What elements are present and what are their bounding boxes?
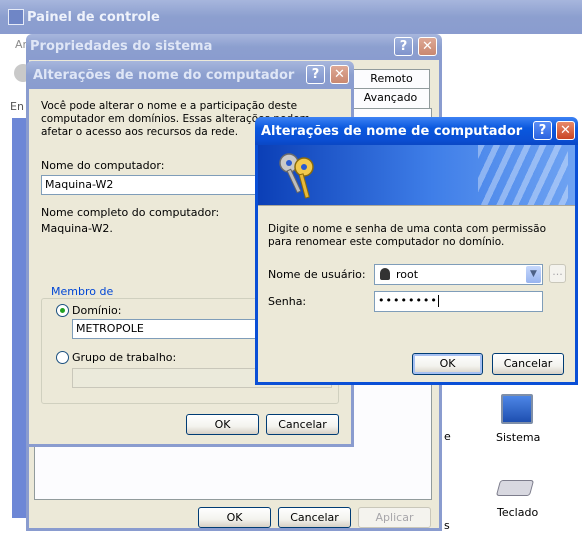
credentials-banner [258,145,575,205]
user-icon [380,268,390,280]
teclado-label: Teclado [497,506,539,519]
close-icon[interactable]: ✕ [556,121,575,140]
rename-cancel-button[interactable]: Cancelar [266,414,339,435]
full-name-label: Nome completo do computador: [41,206,220,219]
control-panel-title: Painel de controle [27,10,160,25]
credentials-dialog-titlebar: Alterações de nome de computador ? ✕ [255,117,578,145]
system-icon [501,394,533,424]
workgroup-label: Grupo de trabalho: [72,351,177,364]
close-icon[interactable]: ✕ [418,37,437,56]
tab-avancado[interactable]: Avançado [351,88,430,108]
system-ok-button[interactable]: OK [198,507,271,528]
tab-remoto-label: Remoto [370,72,413,85]
domain-label: Domínio: [72,304,122,317]
help-icon[interactable]: ? [306,65,325,84]
tab-avancado-label: Avançado [363,91,418,104]
side-fragment: En [10,100,24,113]
help-icon[interactable]: ? [394,37,413,56]
sistema-label: Sistema [496,431,541,444]
credentials-ok-button[interactable]: OK [412,353,483,375]
password-field[interactable]: •••••••• [374,291,543,312]
fragment-s: s [444,519,450,532]
system-cancel-button[interactable]: Cancelar [278,507,351,528]
control-panel-icon [8,9,24,25]
left-pane [12,118,26,518]
workgroup-radio[interactable] [56,351,69,364]
computer-name-label: Nome do computador: [41,159,165,172]
rename-dialog-titlebar: Alterações de nome do computador ? ✕ [26,61,354,89]
close-icon[interactable]: ✕ [330,65,349,84]
help-icon[interactable]: ? [533,121,552,140]
credentials-dialog: Alterações de nome de computador ? ✕ Dig… [255,117,578,388]
password-label: Senha: [268,295,307,308]
rename-dialog-title: Alterações de nome do computador [33,68,295,83]
browse-button[interactable]: ... [549,264,566,283]
domain-radio[interactable] [56,304,69,317]
password-value: •••••••• [378,294,438,307]
keyboard-icon [495,480,535,496]
credentials-dialog-title: Alterações de nome de computador [261,124,523,139]
banner-divider [258,205,575,206]
chevron-down-icon[interactable]: ▼ [526,266,541,283]
username-label: Nome de usuário: [268,268,366,281]
control-panel-item-teclado[interactable]: Teclado [492,470,542,530]
full-name-value: Maquina-W2. [41,222,113,235]
username-value: root [396,268,419,281]
banner-decoration [478,145,568,205]
member-of-label: Membro de [48,285,117,298]
system-properties-titlebar: Propriedades do sistema ? ✕ [26,34,442,60]
username-combobox[interactable]: root ▼ [374,264,543,285]
text-caret [437,295,439,307]
control-panel-titlebar: Painel de controle [0,0,582,34]
fragment-e: e [444,430,451,443]
system-apply-button[interactable]: Aplicar [358,507,431,528]
rename-ok-button[interactable]: OK [186,414,259,435]
control-panel-item-sistema[interactable]: Sistema [492,392,542,452]
tab-remoto[interactable]: Remoto [353,69,430,89]
system-properties-title: Propriedades do sistema [30,39,213,54]
keys-icon [279,153,314,199]
credentials-prompt: Digite o nome e senha de uma conta com p… [268,223,546,248]
credentials-cancel-button[interactable]: Cancelar [492,353,564,375]
